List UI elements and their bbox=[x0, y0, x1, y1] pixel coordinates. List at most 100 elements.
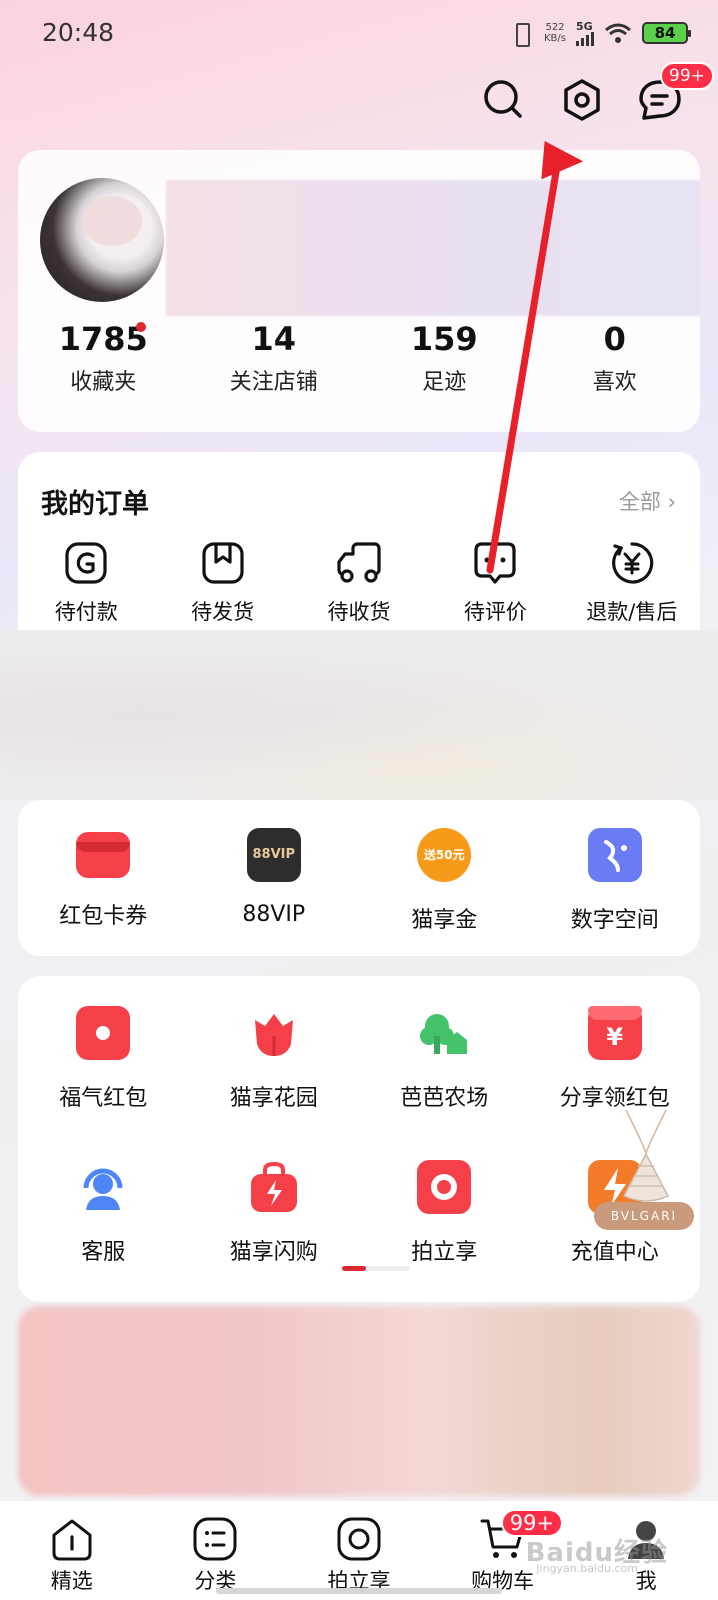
refund-icon bbox=[611, 542, 654, 584]
wifi-icon bbox=[605, 23, 631, 43]
gear-icon bbox=[564, 79, 600, 121]
order-pending-shipment[interactable]: 待发货 bbox=[154, 540, 290, 626]
comment-icon bbox=[474, 542, 517, 584]
order-pending-receipt[interactable]: 待收货 bbox=[291, 540, 427, 626]
app-lucky-envelope[interactable]: 福气红包 bbox=[18, 1006, 189, 1112]
blurred-recommendations bbox=[18, 1306, 700, 1496]
home-indicator bbox=[216, 1588, 502, 1594]
order-label: 待评价 bbox=[463, 600, 527, 624]
order-label: 待收货 bbox=[327, 600, 391, 624]
tool-digital-space[interactable]: 数字空间 bbox=[530, 828, 701, 934]
bvlgari-ad-label[interactable]: BVLGARI bbox=[594, 1202, 694, 1230]
coupon-icon bbox=[76, 832, 131, 878]
status-time: 20:48 bbox=[42, 18, 115, 47]
stat-value: 0 bbox=[603, 320, 626, 358]
order-label: 待付款 bbox=[54, 600, 118, 624]
customer-service-icon bbox=[76, 1160, 130, 1214]
stat-label: 关注店铺 bbox=[229, 370, 318, 395]
tab-category[interactable]: 分类 bbox=[144, 1501, 288, 1600]
order-pending-review[interactable]: 待评价 bbox=[427, 540, 563, 626]
tool-label: 88VIP bbox=[242, 902, 306, 927]
stat-label: 足迹 bbox=[422, 370, 467, 395]
app-label: 分享领红包 bbox=[559, 1086, 670, 1111]
tool-label: 数字空间 bbox=[570, 908, 659, 933]
baidu-watermark-url: jingyan.baidu.com bbox=[536, 1562, 638, 1575]
stat-favorites[interactable]: 1785 收藏夹 bbox=[18, 320, 189, 396]
farm-icon bbox=[417, 1006, 471, 1060]
message-badge: 99+ bbox=[660, 62, 714, 90]
status-icons: 522 KB/s 5G 84 bbox=[508, 20, 691, 47]
blurred-banner bbox=[0, 630, 718, 800]
tools-card: 红包卡券 88VIP 88VIP 送50元 猫享金 数字空间 bbox=[18, 800, 700, 956]
stat-label: 收藏夹 bbox=[70, 370, 137, 395]
page-indicator bbox=[342, 1266, 410, 1271]
truck-icon bbox=[337, 542, 381, 583]
app-label: 猫享花园 bbox=[229, 1086, 318, 1111]
flower-icon bbox=[247, 1006, 301, 1060]
notification-dot bbox=[136, 322, 146, 332]
tab-featured[interactable]: 精选 bbox=[0, 1501, 144, 1600]
orders-card: 我的订单 全部 › 待付款 待发货 待收货 待评价 退款/售后 bbox=[18, 452, 700, 630]
box-icon bbox=[202, 542, 244, 584]
app-flash-buy[interactable]: 猫享闪购 bbox=[189, 1160, 360, 1266]
flash-bag-icon bbox=[247, 1160, 301, 1214]
share-envelope-icon: ¥ bbox=[587, 1006, 642, 1060]
messages-button[interactable]: 99+ bbox=[636, 62, 714, 124]
profile-card: 1785 收藏夹 14 关注店铺 159 足迹 0 喜欢 bbox=[18, 150, 700, 432]
tab-pailixiang[interactable]: 拍立享 bbox=[287, 1501, 431, 1600]
red-envelope-icon bbox=[76, 1006, 131, 1060]
app-label: 客服 bbox=[81, 1240, 126, 1265]
digital-space-icon bbox=[587, 828, 642, 882]
order-refund[interactable]: 退款/售后 bbox=[564, 540, 700, 626]
camera-icon bbox=[417, 1160, 472, 1214]
category-icon bbox=[193, 1517, 237, 1561]
stat-value: 14 bbox=[251, 320, 297, 358]
stat-likes[interactable]: 0 喜欢 bbox=[530, 320, 701, 396]
order-pending-payment[interactable]: 待付款 bbox=[18, 540, 154, 626]
stat-value: 159 bbox=[410, 320, 478, 358]
tab-label: 精选 bbox=[50, 1569, 93, 1593]
search-icon bbox=[484, 80, 522, 118]
wallet-icon bbox=[65, 542, 107, 584]
settings-button[interactable] bbox=[558, 76, 606, 124]
orders-title: 我的订单 bbox=[41, 489, 149, 520]
tool-88vip[interactable]: 88VIP 88VIP bbox=[189, 828, 360, 934]
app-label: 充值中心 bbox=[570, 1240, 659, 1265]
app-share-envelope[interactable]: ¥ 分享领红包 bbox=[530, 1006, 701, 1112]
avatar[interactable] bbox=[40, 178, 164, 302]
tool-label: 红包卡券 bbox=[59, 904, 148, 929]
order-label: 待发货 bbox=[191, 600, 255, 624]
status-bar: 20:48 522 KB/s 5G 84 bbox=[0, 0, 718, 70]
stat-followed-shops[interactable]: 14 关注店铺 bbox=[189, 320, 360, 396]
home-icon bbox=[52, 1519, 92, 1561]
network-type: 5G bbox=[576, 20, 593, 33]
app-label: 福气红包 bbox=[59, 1086, 148, 1111]
app-pailixiang[interactable]: 拍立享 bbox=[359, 1160, 530, 1266]
vibrate-icon bbox=[508, 20, 534, 47]
profile-stats: 1785 收藏夹 14 关注店铺 159 足迹 0 喜欢 bbox=[18, 320, 700, 396]
username-blurred bbox=[166, 180, 700, 316]
stat-footprints[interactable]: 159 足迹 bbox=[359, 320, 530, 396]
search-button[interactable] bbox=[480, 76, 528, 124]
chevron-right-icon: › bbox=[667, 490, 676, 514]
tool-label: 猫享金 bbox=[411, 908, 478, 933]
app-label: 拍立享 bbox=[411, 1240, 478, 1265]
app-label: 猫享闪购 bbox=[229, 1240, 318, 1265]
orders-all-link[interactable]: 全部 › bbox=[619, 486, 676, 516]
header-actions: 99+ bbox=[480, 62, 714, 124]
app-baba-farm[interactable]: 芭芭农场 bbox=[359, 1006, 530, 1112]
app-flower-garden[interactable]: 猫享花园 bbox=[189, 1006, 360, 1112]
app-label: 芭芭农场 bbox=[400, 1086, 489, 1111]
app-customer-service[interactable]: 客服 bbox=[18, 1160, 189, 1266]
order-label: 退款/售后 bbox=[586, 600, 678, 624]
signal-icon: 5G bbox=[576, 20, 594, 46]
tool-coupons[interactable]: 红包卡券 bbox=[18, 828, 189, 934]
coin-icon: 送50元 bbox=[417, 828, 472, 882]
stat-value: 1785 bbox=[58, 320, 148, 358]
battery-icon: 84 bbox=[642, 22, 691, 44]
stat-label: 喜欢 bbox=[592, 370, 637, 395]
vip-icon: 88VIP bbox=[246, 828, 301, 882]
camera-icon bbox=[337, 1517, 381, 1561]
network-speed: 522 KB/s bbox=[544, 22, 566, 44]
tool-maoxiangjin[interactable]: 送50元 猫享金 bbox=[359, 828, 530, 934]
